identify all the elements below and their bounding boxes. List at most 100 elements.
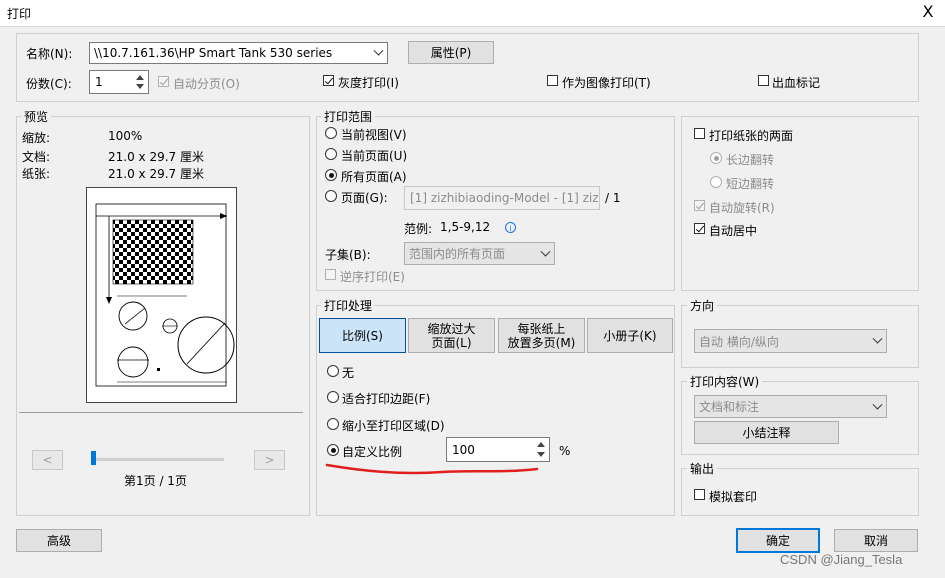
subset-label: 子集(B): [325, 248, 371, 262]
paper-size-value: 21.0 x 29.7 厘米 [108, 167, 204, 181]
printer-select-value: \\10.7.161.36\HP Smart Tank 530 series [94, 46, 333, 60]
example-label: 范例: [404, 222, 433, 236]
all-pages-radio[interactable] [325, 169, 337, 181]
zoom-label: 缩放: [22, 131, 51, 145]
info-icon[interactable]: i [505, 220, 516, 234]
reverse-order-checkbox[interactable] [325, 269, 336, 280]
page-indicator: 第1页 / 1页 [124, 474, 187, 488]
long-edge-radio[interactable] [710, 152, 722, 164]
chevron-down-icon [540, 246, 551, 257]
current-view-label: 当前视图(V) [341, 128, 407, 142]
bleed-marks-checkbox[interactable] [758, 75, 769, 86]
auto-rotate-checkbox[interactable] [694, 200, 705, 211]
print-content-value: 文档和标注 [699, 400, 760, 414]
tab-scale[interactable]: 比例(S) [319, 318, 406, 353]
document-size-label: 文档: [22, 150, 51, 164]
custom-scale-value: 100 [452, 442, 475, 457]
subset-value: 范围内的所有页面 [409, 247, 506, 261]
collate-checkbox[interactable] [158, 76, 169, 87]
print-content-group-label: 打印内容(W) [687, 373, 763, 390]
pages-range-value: [1] zizhibiaoding-Model - [1] zizhibi [410, 191, 600, 205]
subset-select[interactable]: 范围内的所有页面 [404, 242, 555, 265]
print-as-image-checkbox[interactable] [547, 75, 558, 86]
orientation-group-label: 方向 [687, 297, 718, 314]
printer-select[interactable]: \\10.7.161.36\HP Smart Tank 530 series [89, 42, 388, 64]
orientation-value: 自动 横向/纵向 [699, 334, 779, 349]
shrink-to-area-radio[interactable] [327, 418, 339, 430]
example-value: 1,5-9,12 [440, 220, 491, 234]
tab-multiple-line2: 放置多页(M) [507, 335, 576, 350]
tab-multiple-line1: 每张纸上 [517, 321, 566, 336]
scale-none-radio[interactable] [327, 365, 339, 377]
close-icon[interactable]: X [918, 2, 938, 22]
print-as-image-label: 作为图像打印(T) [562, 76, 651, 90]
next-page-button[interactable]: > [254, 450, 285, 470]
document-size-value: 21.0 x 29.7 厘米 [108, 150, 204, 164]
zoom-value: 100% [108, 129, 143, 143]
copies-value: 1 [95, 75, 103, 89]
both-sides-checkbox[interactable] [694, 128, 705, 139]
current-page-label: 当前页面(U) [341, 149, 408, 163]
pages-total: / 1 [605, 191, 621, 205]
page-preview [86, 187, 237, 403]
print-content-select[interactable]: 文档和标注 [694, 395, 887, 418]
copies-stepper[interactable]: 1 [89, 70, 149, 94]
preview-divider [19, 412, 303, 413]
drawing-thumbnail [95, 203, 235, 387]
paper-size-label: 纸张: [22, 167, 51, 181]
simulate-overprint-checkbox[interactable] [694, 489, 705, 500]
scale-none-label: 无 [342, 366, 355, 380]
long-edge-label: 长边翻转 [726, 153, 775, 167]
cancel-button[interactable]: 取消 [834, 529, 918, 552]
all-pages-label: 所有页面(A) [341, 170, 407, 184]
ok-button[interactable]: 确定 [736, 528, 820, 553]
current-view-radio[interactable] [325, 127, 337, 139]
tab-oversize-line2: 页面(L) [431, 335, 472, 350]
tab-booklet[interactable]: 小册子(K) [587, 318, 673, 353]
pages-radio[interactable] [325, 190, 337, 202]
chevron-down-icon [872, 333, 883, 344]
auto-center-checkbox[interactable] [694, 223, 705, 234]
auto-center-label: 自动居中 [709, 224, 758, 238]
summarize-comments-button[interactable]: 小结注释 [694, 421, 839, 444]
grayscale-checkbox[interactable] [323, 75, 334, 86]
auto-rotate-label: 自动旋转(R) [709, 201, 775, 215]
reverse-order-label: 逆序打印(E) [340, 270, 405, 284]
printer-name-label: 名称(N): [26, 47, 73, 61]
custom-scale-radio[interactable] [327, 444, 339, 456]
properties-button[interactable]: 属性(P) [408, 41, 494, 64]
chevron-down-icon [373, 45, 384, 56]
print-handling-group-label: 打印处理 [321, 297, 376, 314]
custom-scale-unit: % [559, 444, 571, 458]
short-edge-label: 短边翻转 [726, 177, 775, 191]
shrink-to-area-label: 缩小至打印区域(D) [342, 419, 445, 433]
advanced-button[interactable]: 高级 [16, 529, 102, 552]
both-sides-label: 打印纸张的两面 [709, 129, 794, 143]
fit-margins-radio[interactable] [327, 391, 339, 403]
simulate-overprint-label: 模拟套印 [709, 490, 758, 504]
tab-oversize-line1: 缩放过大 [427, 321, 476, 336]
annotation-underline [325, 463, 539, 475]
print-range-group-label: 打印范围 [321, 108, 376, 125]
output-group-label: 输出 [687, 460, 718, 477]
orientation-select[interactable]: 自动 横向/纵向 [694, 329, 887, 353]
page-slider-track[interactable] [92, 458, 224, 461]
title-bar [0, 0, 945, 27]
prev-page-button[interactable]: < [32, 450, 63, 470]
spinner-arrows-icon[interactable] [132, 71, 148, 93]
watermark: CSDN @Jiang_Tesla [780, 552, 903, 567]
page-slider-thumb[interactable] [91, 451, 96, 465]
collate-label: 自动分页(O) [173, 77, 240, 91]
grayscale-label: 灰度打印(I) [338, 76, 399, 90]
short-edge-radio[interactable] [710, 176, 722, 188]
preview-group-label: 预览 [21, 108, 52, 125]
current-page-radio[interactable] [325, 148, 337, 160]
tab-multiple-pages[interactable]: 每张纸上 放置多页(M) [498, 318, 585, 353]
tab-oversize-pages[interactable]: 缩放过大 页面(L) [408, 318, 495, 353]
fit-margins-label: 适合打印边距(F) [342, 392, 431, 406]
copies-label: 份数(C): [26, 77, 72, 91]
chevron-down-icon [872, 399, 883, 410]
bleed-marks-label: 出血标记 [772, 76, 821, 90]
pages-range-input[interactable]: [1] zizhibiaoding-Model - [1] zizhibi [404, 186, 600, 210]
window-title: 打印 [7, 7, 32, 21]
